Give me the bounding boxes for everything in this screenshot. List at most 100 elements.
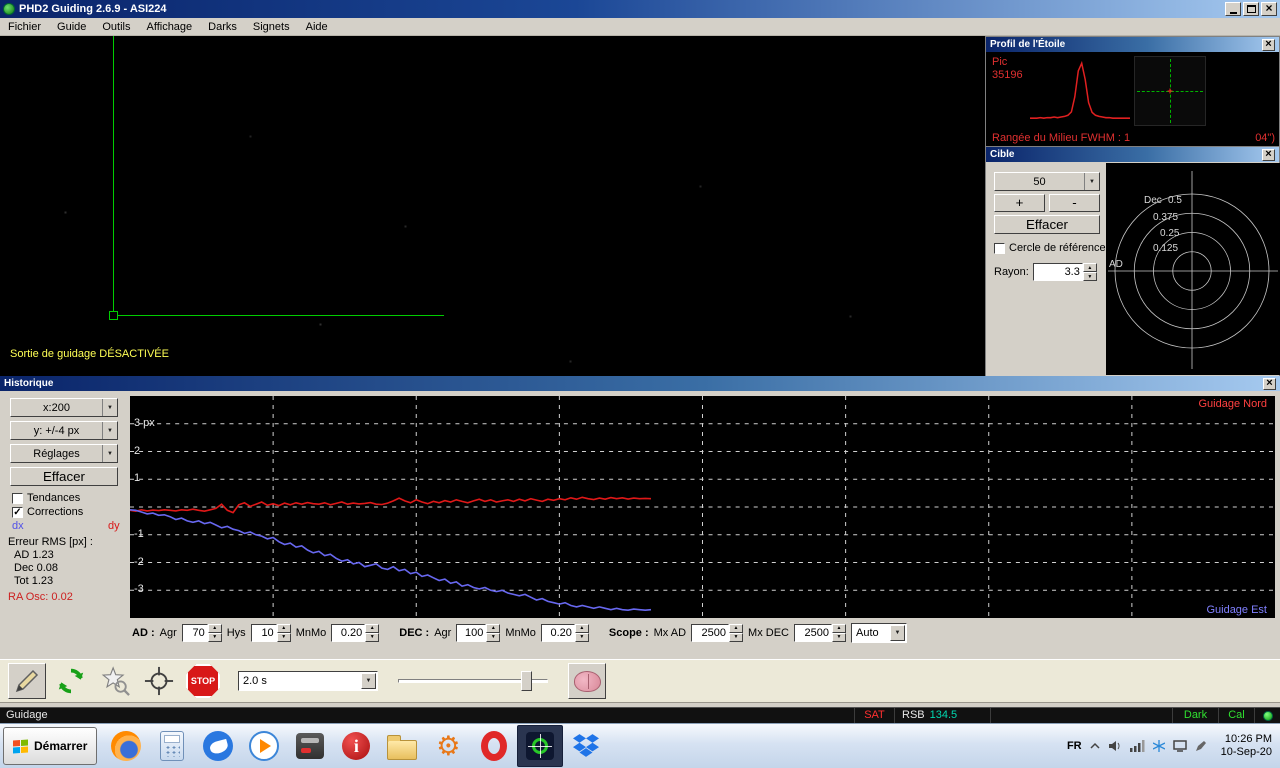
slider-handle[interactable] (521, 671, 532, 691)
loop-exposure-button[interactable] (52, 663, 90, 699)
history-titlebar[interactable]: Historique (0, 376, 1280, 391)
menu-darks[interactable]: Darks (200, 19, 245, 35)
history-clear-button[interactable]: Effacer (10, 467, 118, 486)
spin-up-icon[interactable] (1082, 263, 1097, 272)
exposure-select[interactable]: 2.0 s (238, 671, 378, 691)
taskbar-file-explorer[interactable] (379, 725, 425, 767)
screen-stretch-slider[interactable] (398, 669, 548, 693)
taskbar-opera[interactable] (471, 725, 517, 767)
signal-bars-icon[interactable] (1129, 740, 1145, 752)
spin-down-icon[interactable] (207, 632, 222, 642)
start-guiding-button[interactable] (140, 663, 178, 699)
chevron-down-icon[interactable] (361, 673, 376, 689)
chevron-down-icon[interactable] (1084, 173, 1099, 190)
star-profile-close-button[interactable] (1262, 38, 1275, 51)
desktop: PHD2 Guiding 2.6.9 - ASI224 FichierGuide… (0, 0, 1280, 768)
dx-label: dx (12, 520, 24, 532)
opera-icon (481, 731, 508, 761)
spin-up-icon[interactable] (574, 623, 589, 633)
spin-down-icon[interactable] (276, 632, 291, 642)
snowflake-tray-icon[interactable] (1152, 740, 1165, 752)
chevron-down-icon[interactable] (889, 624, 905, 641)
dec-guide-mode-select[interactable]: Auto (850, 622, 907, 643)
menu-affichage[interactable]: Affichage (139, 19, 201, 35)
taskbar-thunderbird[interactable] (195, 725, 241, 767)
spin-up-icon[interactable] (729, 623, 744, 633)
clock-date: 10-Sep-20 (1220, 746, 1272, 758)
taskbar-dropbox[interactable] (563, 725, 609, 767)
ring-label-2: 0.25 (1160, 228, 1180, 239)
ad-hysteresis-input[interactable] (250, 623, 277, 642)
close-icon (1265, 3, 1272, 15)
taskbar-phd2[interactable] (517, 725, 564, 767)
auto-select-star-button[interactable] (96, 663, 134, 699)
dec-aggression-input[interactable] (456, 623, 487, 642)
taskbar-info-tool[interactable] (333, 725, 379, 767)
history-close-button[interactable] (1263, 377, 1276, 390)
star-profile-titlebar[interactable]: Profil de l'Étoile (986, 37, 1279, 52)
display-tray-icon[interactable] (1172, 740, 1187, 752)
reference-circle-checkbox[interactable] (994, 242, 1005, 254)
spin-down-icon[interactable] (831, 632, 846, 642)
spin-up-icon[interactable] (831, 623, 846, 633)
trends-checkbox[interactable] (12, 492, 23, 504)
spin-up-icon[interactable] (486, 623, 501, 633)
max-dec-duration-input[interactable] (793, 623, 832, 642)
spin-down-icon[interactable] (574, 632, 589, 642)
chevron-down-icon[interactable] (102, 399, 117, 416)
chevron-down-icon[interactable] (102, 422, 117, 439)
camera-view[interactable]: Sortie de guidage DÉSACTIVÉE (0, 36, 985, 376)
language-indicator[interactable]: FR (1067, 740, 1082, 752)
connect-equipment-button[interactable] (8, 663, 46, 699)
menu-outils[interactable]: Outils (94, 19, 138, 35)
taskbar-firefox[interactable] (103, 725, 149, 767)
spin-down-icon[interactable] (729, 632, 744, 642)
maximize-button[interactable] (1243, 2, 1259, 16)
minimize-button[interactable] (1225, 2, 1241, 16)
stop-button[interactable]: STOP (184, 663, 222, 699)
y-scale-select[interactable]: y: +/-4 px (10, 421, 118, 440)
target-titlebar[interactable]: Cible (986, 147, 1279, 162)
pen-tray-icon[interactable] (1195, 740, 1207, 752)
spin-up-icon[interactable] (365, 623, 380, 633)
taskbar-calculator[interactable] (149, 725, 195, 767)
advanced-settings-button[interactable] (568, 663, 606, 699)
window-titlebar[interactable]: PHD2 Guiding 2.6.9 - ASI224 (0, 0, 1280, 18)
volume-icon[interactable] (1108, 740, 1122, 752)
ad-minmove-input[interactable] (331, 623, 366, 642)
spin-down-icon[interactable] (365, 632, 380, 642)
taskbar-settings[interactable] (425, 725, 471, 767)
dec-minmove-input[interactable] (540, 623, 575, 642)
ad-section-label: AD : (132, 626, 155, 639)
taskbar-clock[interactable]: 10:26 PM 10-Sep-20 (1221, 733, 1272, 759)
target-zoom-select[interactable]: 50 (994, 172, 1100, 191)
max-ra-duration-input[interactable] (691, 623, 730, 642)
menu-signets[interactable]: Signets (245, 19, 298, 35)
corrections-checkbox[interactable] (12, 506, 23, 518)
menu-fichier[interactable]: Fichier (0, 19, 49, 35)
chevron-down-icon[interactable] (102, 445, 117, 462)
ring-label-3: 0.125 (1153, 243, 1178, 254)
x-scale-select[interactable]: x:200 (10, 398, 118, 417)
firefox-icon (111, 731, 142, 761)
ad-aggression-input[interactable] (181, 623, 208, 642)
settings-select[interactable]: Réglages (10, 444, 118, 463)
spin-up-icon[interactable] (207, 623, 222, 633)
target-clear-button[interactable]: Effacer (994, 215, 1100, 234)
spin-up-icon[interactable] (276, 623, 291, 633)
spin-down-icon[interactable] (486, 632, 501, 642)
start-button[interactable]: Démarrer (3, 727, 98, 765)
target-close-button[interactable] (1262, 148, 1275, 161)
zoom-out-button[interactable]: - (1049, 194, 1100, 212)
taskbar-utility[interactable] (287, 725, 333, 767)
taskbar-media-player[interactable] (241, 725, 287, 767)
zoom-in-button[interactable]: + (994, 194, 1045, 212)
target-zoom-value: 50 (1033, 175, 1046, 188)
close-button[interactable] (1261, 2, 1277, 16)
show-hidden-icons-chevron[interactable] (1090, 742, 1100, 750)
menu-guide[interactable]: Guide (49, 19, 94, 35)
spin-down-icon[interactable] (1082, 272, 1097, 281)
menu-aide[interactable]: Aide (298, 19, 336, 35)
radius-input[interactable] (1032, 263, 1083, 281)
y-axis-tick: -1 (134, 527, 144, 540)
